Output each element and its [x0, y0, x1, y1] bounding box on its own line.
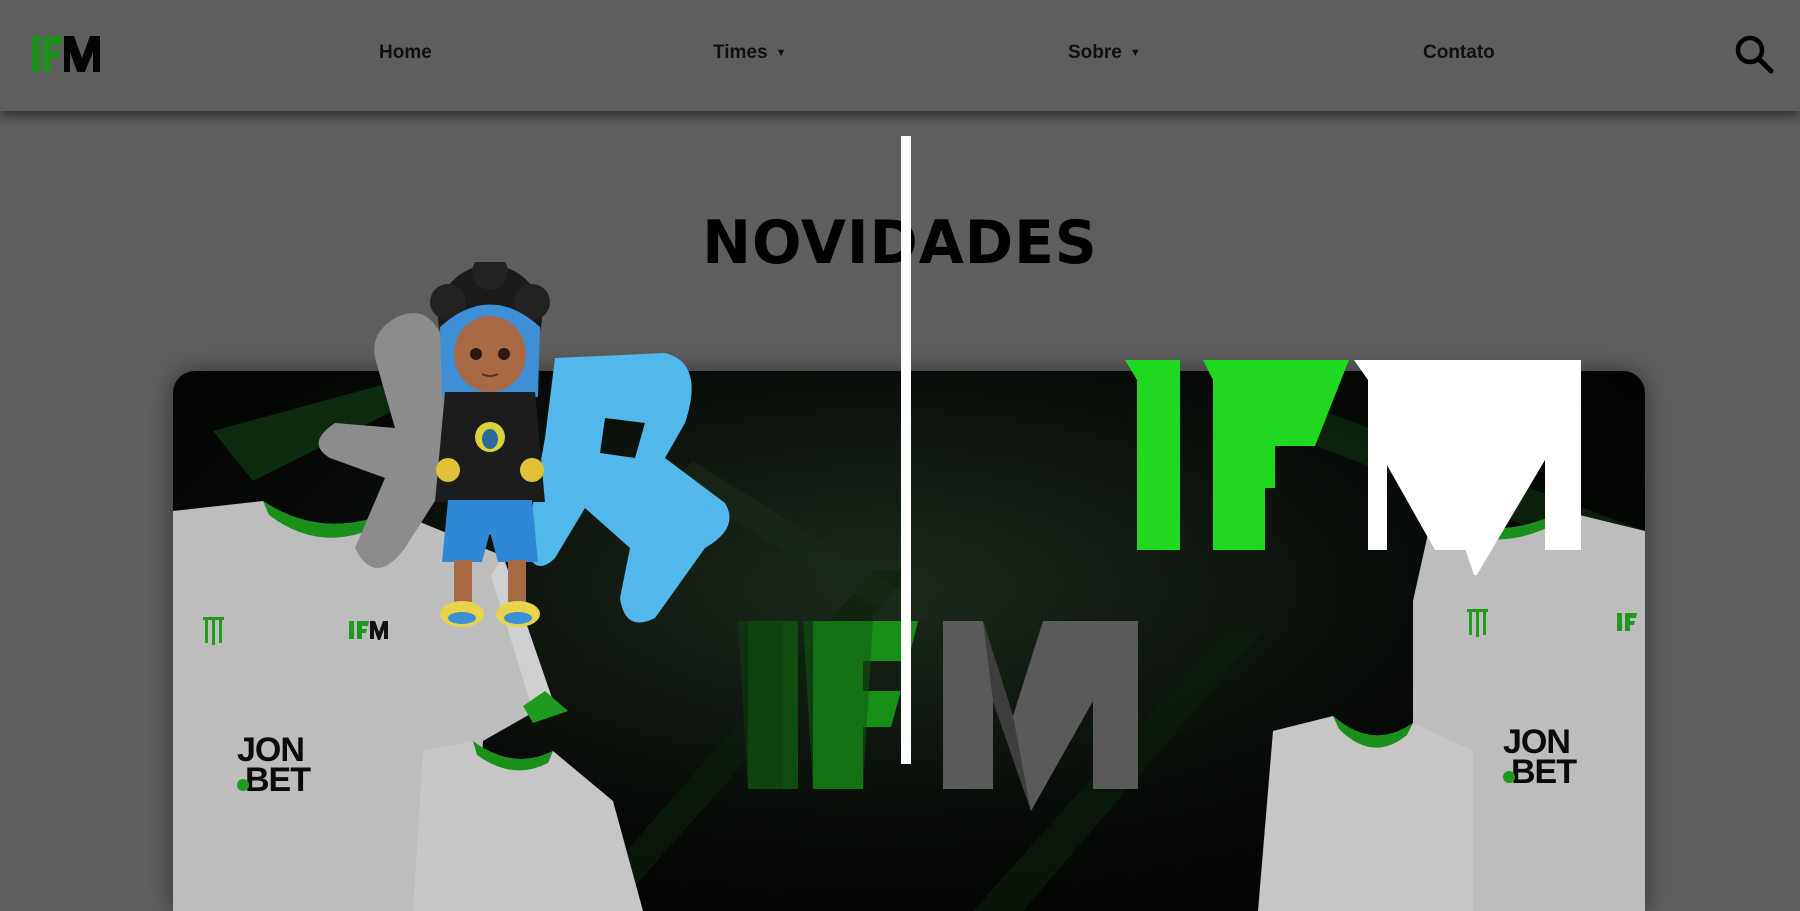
nav-sobre-label: Sobre — [1068, 42, 1122, 63]
ifm-brand-logo-large — [1125, 360, 1581, 575]
nav-home[interactable]: Home — [379, 42, 432, 64]
chevron-down-icon: ▼ — [1129, 47, 1141, 59]
nav-contato-label: Contato — [1423, 42, 1495, 63]
svg-text:BET: BET — [245, 761, 311, 799]
svg-text:BET: BET — [1511, 753, 1577, 791]
ifm-logo[interactable] — [30, 36, 105, 72]
central-ifm-logo — [738, 621, 1138, 811]
nav-home-label: Home — [379, 42, 432, 63]
nav-times-label: Times — [713, 42, 768, 63]
nav-sobre[interactable]: Sobre ▼ — [1068, 42, 1141, 64]
monster-claw-icon — [203, 617, 224, 645]
jonbet-sponsor-logo: JON BET — [237, 731, 312, 799]
nav-contato[interactable]: Contato — [1423, 42, 1495, 64]
search-icon[interactable] — [1734, 34, 1774, 74]
chevron-down-icon: ▼ — [775, 47, 787, 59]
top-navbar: Home Times ▼ Sobre ▼ Contato — [0, 0, 1800, 111]
nav-times[interactable]: Times ▼ — [713, 42, 786, 64]
cartoon-mascot-icon — [430, 262, 550, 627]
vertical-divider-bar — [901, 136, 911, 764]
